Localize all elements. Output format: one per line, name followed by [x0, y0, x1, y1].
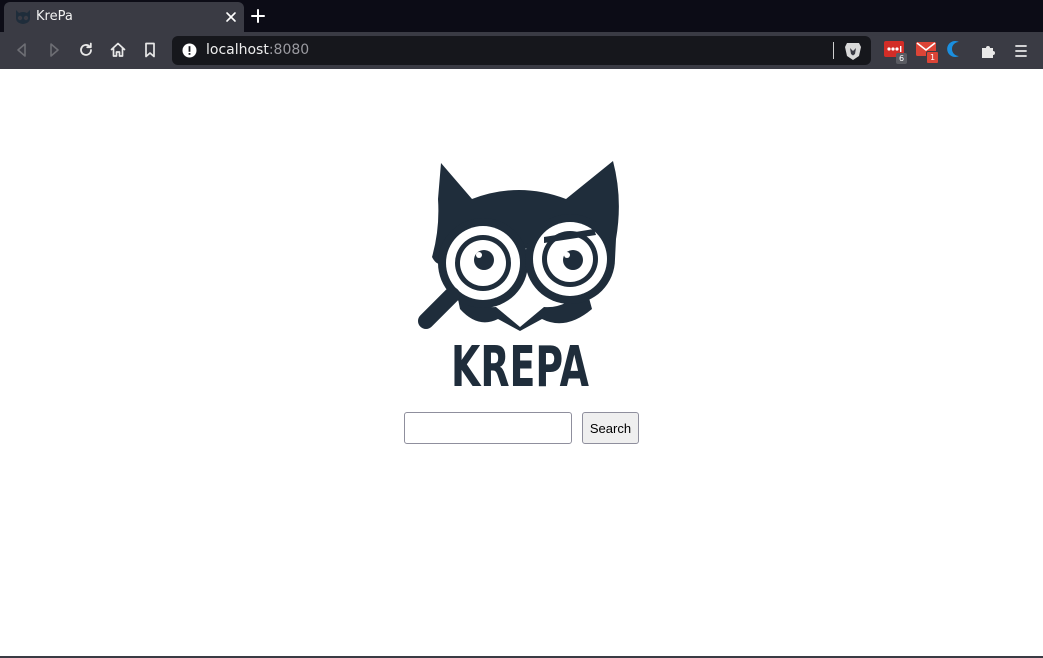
new-tab-icon[interactable] — [250, 8, 266, 24]
reload-icon[interactable] — [76, 40, 96, 60]
address-bar-separator — [833, 42, 834, 59]
active-tab[interactable]: KrePa — [4, 2, 244, 32]
home-icon[interactable] — [108, 40, 128, 60]
owl-favicon-icon — [16, 10, 30, 24]
brave-shields-icon[interactable] — [844, 41, 862, 61]
site-info-icon[interactable] — [182, 43, 197, 58]
lastpass-badge: 6 — [896, 53, 907, 64]
forward-icon[interactable] — [44, 40, 64, 60]
crescent-extension-button[interactable] — [946, 39, 968, 63]
mail-extension-button[interactable]: 1 — [915, 39, 939, 64]
logo-wordmark: KREPA — [451, 335, 589, 391]
bookmark-icon[interactable] — [140, 40, 160, 60]
browser-toolbar: localhost:8080 6 1 — [0, 32, 1043, 69]
search-input[interactable] — [404, 412, 572, 444]
back-icon[interactable] — [12, 40, 32, 60]
close-tab-icon[interactable] — [224, 10, 238, 24]
page-content: KREPA Search — [0, 69, 1043, 657]
krepa-owl-logo: KREPA — [418, 161, 619, 391]
extensions-puzzle-icon[interactable] — [979, 41, 999, 61]
address-bar[interactable]: localhost:8080 — [172, 36, 871, 65]
mail-badge: 1 — [926, 51, 939, 64]
tab-strip: KrePa — [0, 0, 1043, 32]
lastpass-extension-button[interactable]: 6 — [883, 39, 907, 64]
tab-title: KrePa — [36, 9, 73, 24]
menu-hamburger-icon[interactable] — [1011, 41, 1031, 61]
search-button[interactable]: Search — [582, 412, 639, 444]
crescent-extension-icon — [947, 41, 959, 57]
url-text[interactable]: localhost:8080 — [206, 42, 309, 58]
